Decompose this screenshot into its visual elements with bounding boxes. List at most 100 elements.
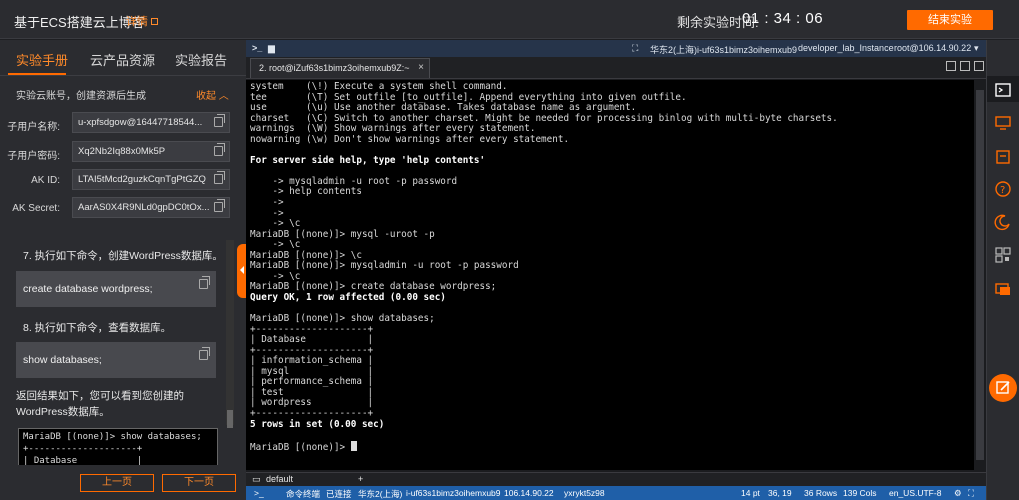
copy-icon[interactable] — [214, 114, 225, 127]
qr-code-icon[interactable] — [994, 246, 1012, 264]
terminal-output[interactable]: system (\!) Execute a system shell comma… — [246, 80, 986, 470]
terminal-tab-bar: 2. root@iZuf63s1bimz3oihemxub9Z:~ × — [246, 57, 986, 79]
next-page-button[interactable]: 下一页 — [162, 474, 236, 492]
detail-icon — [151, 18, 159, 25]
copy-icon[interactable] — [214, 143, 225, 156]
host-address: root@106.14.90.22 — [894, 43, 972, 53]
result-screenshot: MariaDB [(none)]> show databases; +-----… — [18, 428, 218, 465]
username-label: 子用户名称: — [7, 122, 60, 133]
session-bar: ▭ default + — [246, 472, 986, 486]
account-header: 实验云账号，创建资源后生成 — [16, 91, 146, 102]
terminal-scrollbar[interactable] — [974, 80, 986, 470]
result-description: 返回结果如下，您可以看到您创建的WordPress数据库。 — [16, 390, 184, 418]
password-label: 子用户密码: — [7, 151, 60, 162]
end-lab-button[interactable]: 结束实验 — [907, 10, 993, 30]
edit-notes-button[interactable] — [989, 374, 1017, 402]
terminal-line: 5 rows in set (0.00 sec) — [250, 418, 385, 430]
detail-link[interactable]: 详情 — [126, 13, 159, 29]
edit-icon — [996, 381, 1010, 394]
fullscreen-icon[interactable]: ⛶ — [968, 488, 974, 499]
code-block-create-db[interactable]: create database wordpress; — [16, 271, 216, 307]
password-field[interactable]: Xq2Nb2Iq88x0Mk5P — [72, 141, 230, 162]
ak-id-field[interactable]: LTAI5tMcd2guzkCqnTgPtGZQ — [72, 169, 230, 190]
command-input[interactable]: 命令终端 — [286, 488, 320, 500]
left-tabs: 实验手册 云产品资源 实验报告 — [0, 40, 246, 76]
terminal-line: MariaDB [(none)]> — [250, 440, 986, 452]
status-user: yxrykt5z98 — [564, 488, 605, 498]
help-icon[interactable]: ? — [994, 180, 1012, 198]
terminal-line: MariaDB [(none)]> mysqladmin -u root -p … — [250, 260, 519, 272]
terminal-line: -> help contents — [250, 186, 362, 198]
status-font-size: 14 pt — [741, 488, 760, 498]
terminal-header: >_ ▆ ⛶ 华东2(上海)i-uf63s1bimz3oihemxub9 dev… — [246, 40, 986, 57]
status-encoding: en_US.UTF-8 — [889, 488, 942, 498]
collapse-panel-handle[interactable] — [237, 244, 246, 298]
tab-lab-report[interactable]: 实验报告 — [175, 50, 227, 69]
lab-manual-panel: 实验手册 云产品资源 实验报告 实验云账号，创建资源后生成 收起 ︿ 子用户名称… — [0, 40, 246, 500]
copy-icon[interactable] — [199, 347, 210, 360]
terminal-line: For server side help, type 'help content… — [250, 154, 486, 166]
terminal-icon: >_ — [252, 43, 263, 53]
terminal-icon[interactable] — [994, 81, 1012, 99]
settings-icon[interactable]: ⚙ — [954, 488, 962, 499]
terminal-area: >_ ▆ ⛶ 华东2(上海)i-uf63s1bimz3oihemxub9 dev… — [246, 40, 986, 500]
top-bar: 基于ECS搭建云上博客 详情 剩余实验时间: 01 : 34 : 06 结束实验 — [0, 0, 1019, 39]
region-instance: 华东2(上海)i-uf63s1bimz3oihemxub9 — [650, 45, 798, 55]
network-icon[interactable]: ⛶ — [632, 43, 638, 54]
copy-icon[interactable] — [214, 171, 225, 184]
terminal-line: -> — [250, 197, 284, 209]
step-8-text: 8. 执行如下命令，查看数据库。 — [23, 322, 172, 334]
status-bar: >_ 命令终端 已连接 华东2(上海) i-uf63s1bimz3oihemxu… — [246, 486, 986, 500]
active-tab-indicator — [8, 73, 66, 75]
theme-icon[interactable] — [994, 213, 1012, 231]
status-ip: 106.14.90.22 — [504, 488, 554, 498]
tab-cloud-resources[interactable]: 云产品资源 — [90, 50, 155, 69]
archive-icon[interactable] — [994, 148, 1012, 166]
copy-icon[interactable] — [199, 276, 210, 289]
instance-name: developer_lab_Instance — [798, 43, 894, 53]
guide-content: 7. 执行如下命令，创建WordPress数据库。 create databas… — [10, 240, 236, 465]
code-block-show-db[interactable]: show databases; — [16, 342, 216, 378]
status-instance: i-uf63s1bimz3oihemxub9 — [406, 488, 501, 498]
fullscreen-icon[interactable] — [974, 61, 984, 71]
terminal-line: nowarning (\w) Don't show warnings after… — [250, 133, 570, 145]
close-icon[interactable]: × — [418, 59, 424, 77]
split-icon[interactable] — [960, 61, 970, 71]
session-tab[interactable]: default — [266, 474, 293, 484]
terminal-cursor — [350, 440, 357, 451]
terminal-tab[interactable]: 2. root@iZuf63s1bimz3oihemxub9Z:~ × — [250, 58, 430, 78]
ak-secret-field[interactable]: AarAS0X4R9NLd0gpDC0tOx... — [72, 197, 230, 218]
monitor-icon[interactable] — [994, 114, 1012, 132]
ak-secret-label: AK Secret: — [12, 203, 60, 214]
guide-scrollbar[interactable] — [226, 240, 234, 428]
folder-icon[interactable]: ▆ — [268, 43, 275, 54]
step-7-text: 7. 执行如下命令，创建WordPress数据库。 — [23, 250, 223, 262]
session-icon: ▭ — [252, 474, 261, 484]
tab-lab-manual[interactable]: 实验手册 — [16, 50, 68, 69]
chat-icon[interactable] — [994, 280, 1012, 298]
chevron-down-icon[interactable]: ▾ — [974, 43, 979, 54]
new-tab-icon[interactable] — [946, 61, 956, 71]
svg-text:?: ? — [1000, 185, 1005, 196]
chevron-up-icon: ︿ — [218, 91, 229, 102]
connected-status: 已连接 — [326, 489, 352, 499]
status-cursor-pos: 36, 19 — [768, 488, 792, 498]
username-field[interactable]: u-xpfsdgow@16447718544... — [72, 112, 230, 133]
terminal-scrollbar-thumb[interactable] — [976, 90, 984, 460]
terminal-icon: >_ — [254, 488, 264, 498]
add-session-button[interactable]: + — [358, 474, 363, 484]
prev-page-button[interactable]: 上一页 — [80, 474, 154, 492]
terminal-line: Query OK, 1 row affected (0.00 sec) — [250, 291, 446, 303]
collapse-button[interactable]: 收起 ︿ — [196, 87, 229, 102]
right-toolbar: ? — [986, 40, 1019, 500]
scrollbar-thumb[interactable] — [227, 410, 233, 428]
status-region: 华东2(上海) — [358, 489, 403, 499]
status-cols: 139 Cols — [843, 488, 877, 498]
timer-value: 01 : 34 : 06 — [742, 10, 824, 27]
ak-id-label: AK ID: — [31, 175, 60, 186]
terminal-line: MariaDB [(none)]> mysql -uroot -p — [250, 228, 435, 240]
terminal-line: -> — [250, 207, 284, 219]
copy-icon[interactable] — [214, 199, 225, 212]
status-rows: 36 Rows — [804, 488, 838, 498]
